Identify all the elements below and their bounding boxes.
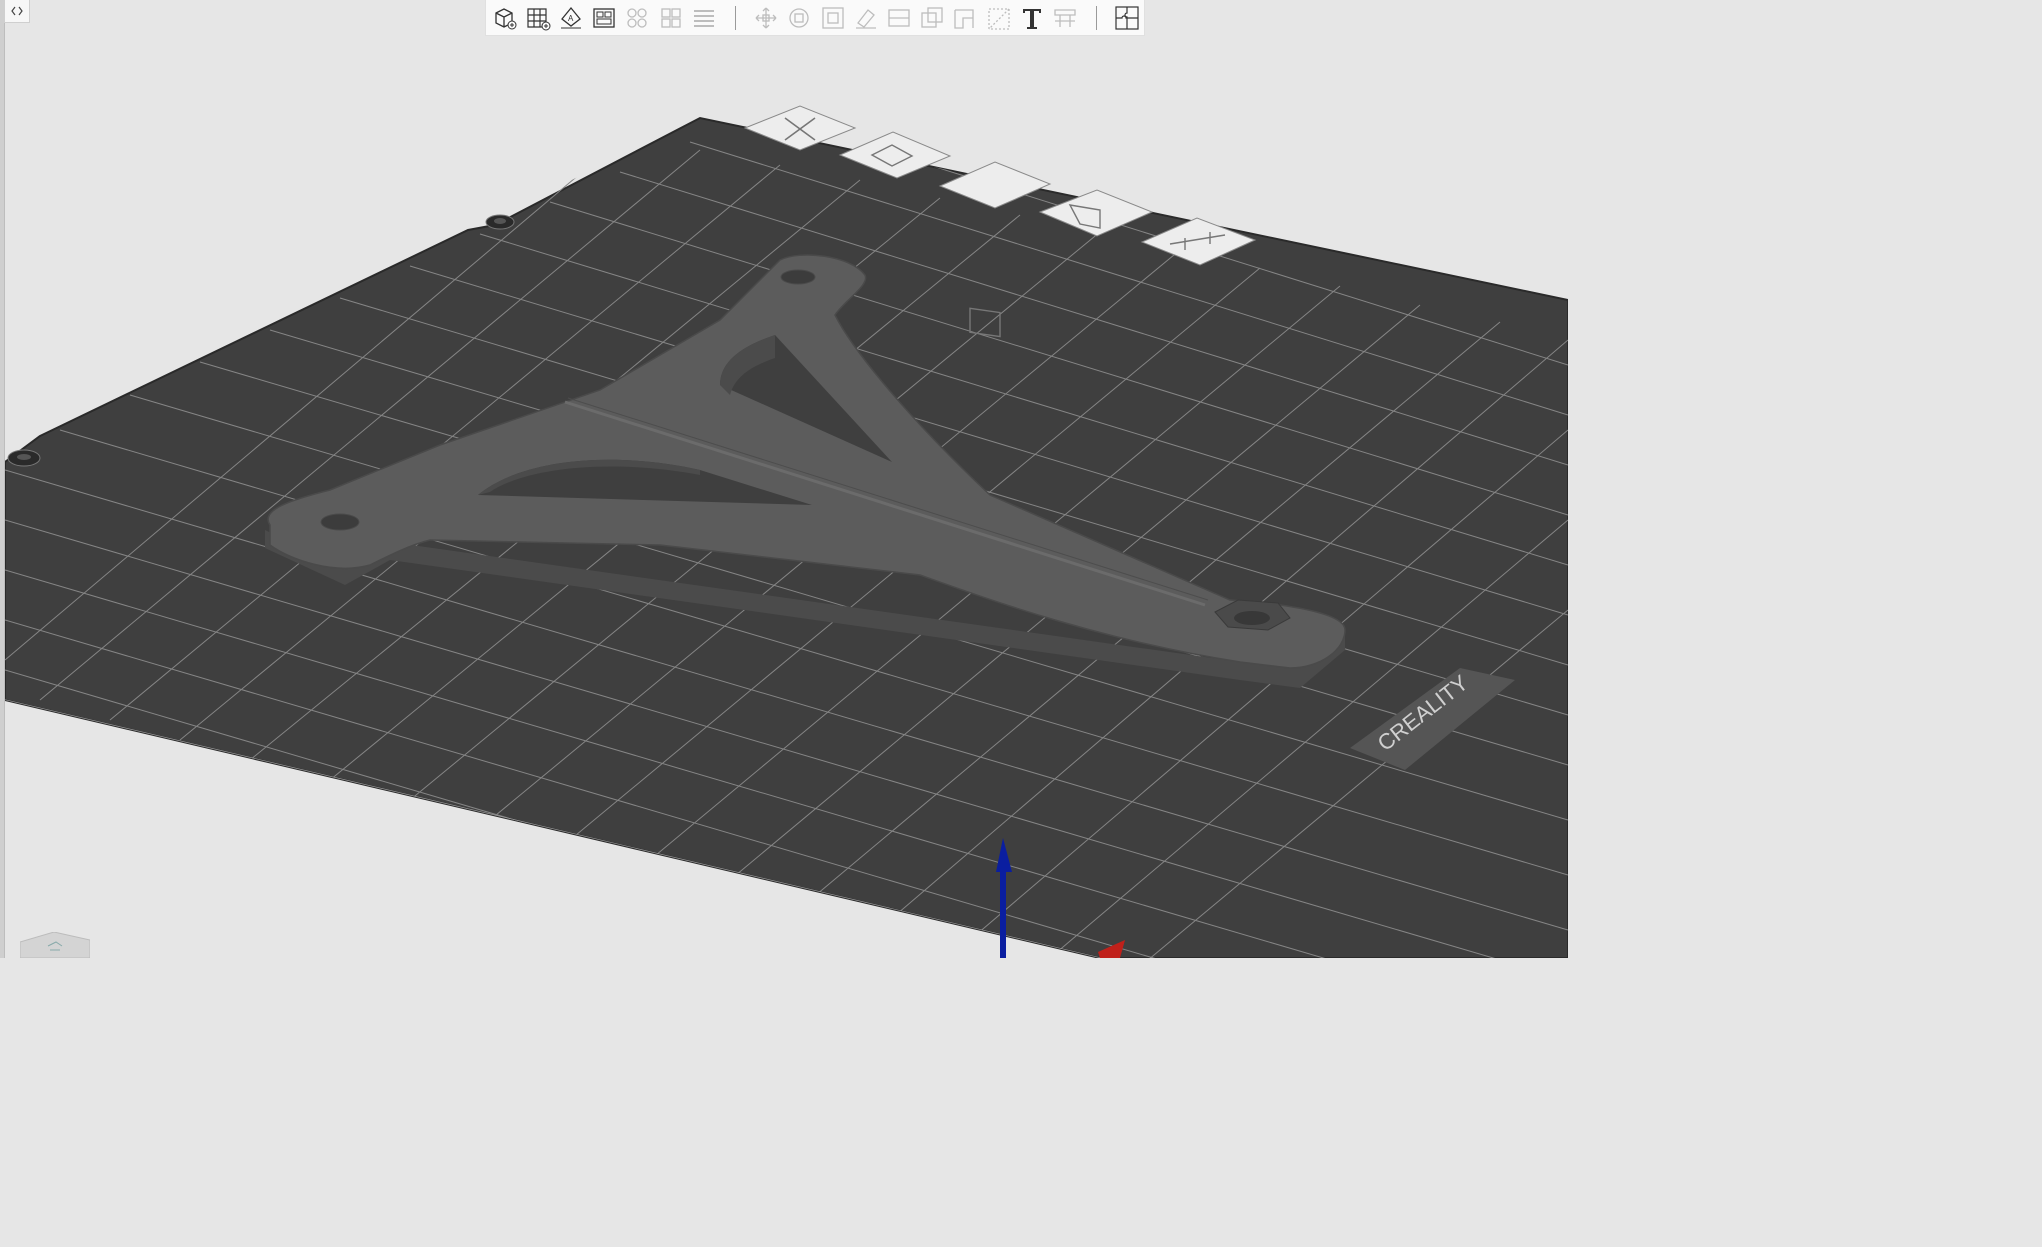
chevrons-icon <box>11 6 23 16</box>
bed-screw <box>485 214 515 230</box>
rotate-button[interactable] <box>785 3 814 33</box>
layers-icon <box>693 9 714 27</box>
3d-viewport[interactable]: CREALITY <box>5 37 1568 958</box>
top-toolbar: A <box>485 0 1145 36</box>
build-plate-scene[interactable]: CREALITY <box>5 37 1568 958</box>
arrange-icon <box>627 7 648 28</box>
text-button[interactable] <box>1017 3 1046 33</box>
expand-sidebar-button[interactable] <box>4 0 30 23</box>
text-placement-button[interactable] <box>984 3 1013 33</box>
measure-button[interactable] <box>1050 3 1079 33</box>
auto-orient-button[interactable]: A <box>556 3 585 33</box>
paint-support-button[interactable] <box>851 3 880 33</box>
boolean-icon <box>921 6 943 28</box>
svg-text:A: A <box>568 14 574 23</box>
boolean-button[interactable] <box>918 3 947 33</box>
plates-icon <box>593 7 615 28</box>
move-icon <box>755 7 777 28</box>
view-cube-icon <box>19 931 91 959</box>
eraser-icon <box>855 8 876 29</box>
text-t-icon <box>1022 8 1041 29</box>
arrange-all-button[interactable] <box>656 3 685 33</box>
cut-icon <box>888 8 910 27</box>
puzzle-icon <box>1115 5 1139 30</box>
view-cube[interactable] <box>19 931 91 959</box>
seam-paint-button[interactable] <box>951 3 980 33</box>
layers-button[interactable] <box>689 3 718 33</box>
scale-button[interactable] <box>818 3 847 33</box>
move-button[interactable] <box>752 3 781 33</box>
toolbar-separator <box>734 5 736 30</box>
orient-icon: A <box>561 6 582 28</box>
arrange-grid-button[interactable] <box>523 3 552 33</box>
scale-icon <box>821 6 844 29</box>
cube-add-icon <box>494 7 517 29</box>
placement-icon <box>987 7 1010 30</box>
split-plates-button[interactable] <box>590 3 619 33</box>
arrange-objects-button[interactable] <box>623 3 652 33</box>
add-object-button[interactable] <box>490 3 519 33</box>
assembly-button[interactable] <box>1113 3 1142 33</box>
toolbar-separator <box>1095 5 1097 30</box>
rotate-icon <box>789 7 809 28</box>
bed-screw <box>7 449 41 467</box>
seam-icon <box>954 8 975 29</box>
grid-add-icon <box>527 7 551 30</box>
arrange-all-icon <box>661 7 681 28</box>
cut-button[interactable] <box>884 3 913 33</box>
measure-icon <box>1054 8 1076 27</box>
